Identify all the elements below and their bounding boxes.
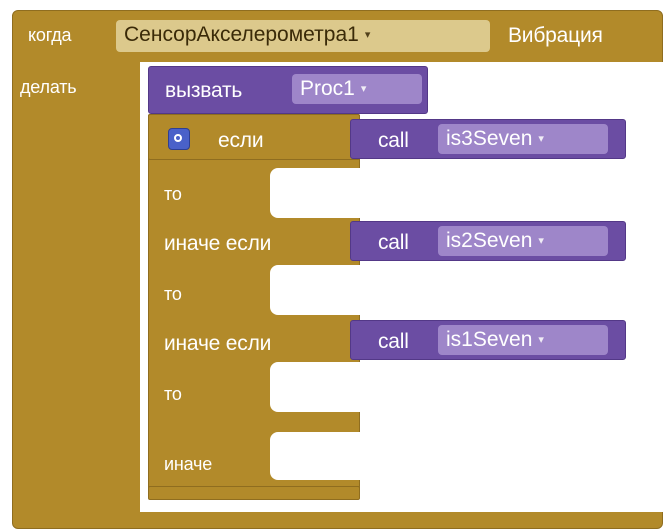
event-do-label: делать [20,77,77,97]
then-slot-3[interactable] [270,362,663,412]
chevron-down-icon: ▾ [360,82,367,95]
condition-call-2-label: call [378,231,409,254]
then-label-1: то [164,184,182,204]
condition-call-3-label: call [378,330,409,353]
mutator-gear-icon[interactable] [168,128,190,150]
chevron-down-icon: ▾ [538,132,544,145]
else-slot[interactable] [270,432,663,480]
then-label-3: то [164,384,182,404]
elseif-label-2: иначе если [164,332,272,355]
else-label: иначе [164,454,212,474]
chevron-down-icon: ▾ [364,28,371,41]
if-block-foot [148,486,360,500]
event-when-label: когда [28,25,72,45]
condition-2-procedure-dropdown[interactable]: is2Seven ▾ [438,226,608,256]
chevron-down-icon: ▾ [538,234,544,247]
event-component-dropdown[interactable]: СенсорАкселерометра1 ▾ [116,20,490,52]
condition-1-procedure-name: is3Seven [446,127,533,150]
condition-3-procedure-name: is1Seven [446,328,533,351]
condition-3-procedure-dropdown[interactable]: is1Seven ▾ [438,325,608,355]
call-procedure-label: вызвать [165,79,243,102]
then-label-2: то [164,284,182,304]
then-slot-1[interactable] [270,168,663,218]
elseif-label-1: иначе если [164,232,272,255]
condition-1-procedure-dropdown[interactable]: is3Seven ▾ [438,124,608,154]
then-slot-2[interactable] [270,265,663,315]
procedure-dropdown[interactable]: Proc1 ▾ [292,74,422,104]
event-name-label: Вибрация [508,24,603,47]
condition-call-1-label: call [378,129,409,152]
procedure-name: Proc1 [300,77,355,100]
if-label: если [218,129,264,152]
condition-2-procedure-name: is2Seven [446,229,533,252]
chevron-down-icon: ▾ [538,333,544,346]
event-component-value: СенсорАкселерометра1 [124,23,359,46]
